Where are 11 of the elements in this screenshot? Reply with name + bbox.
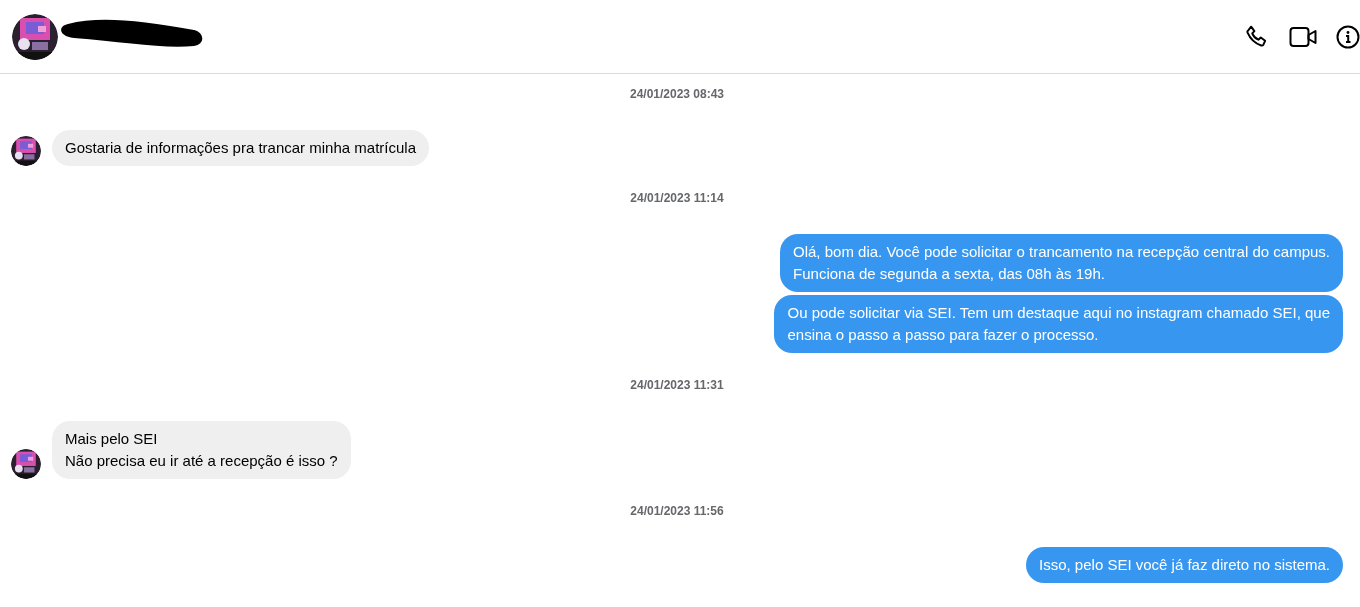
timestamp: 24/01/2023 11:31 [629, 377, 725, 393]
info-icon[interactable] [1336, 24, 1360, 49]
timestamp: 24/01/2023 11:14 [629, 190, 725, 206]
message-bubble: Gostaria de informações pra trancar minha matrícula [52, 130, 429, 166]
timestamp: 24/01/2023 08:43 [628, 86, 726, 102]
timestamp: 24/01/2023 11:56 [629, 503, 725, 519]
message-bubble: Olá, bom dia. Você pode solicitar o trancamento na recepção central do campus. Funciona de segunda a sexta, das 08h às 19h. [780, 234, 1343, 292]
message-bubble: Mais pelo SEI Não precisa eu ir até a recepção é isso ? [52, 421, 351, 479]
message-bubble: Ou pode solicitar via SEI. Tem um destaque aqui no instagram chamado SEI, que ensina o passo a passo para fazer o processo. [774, 295, 1343, 353]
message-bubble: Isso, pelo SEI você já faz direto no sistema. [1026, 547, 1343, 583]
video-camera-icon[interactable] [1289, 24, 1317, 49]
